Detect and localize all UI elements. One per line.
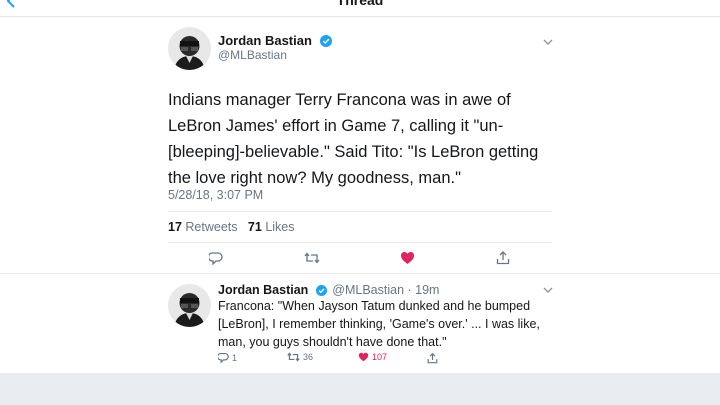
verified-badge-icon: [319, 35, 332, 47]
tweet-stats: 17 Retweets 71 Likes: [168, 220, 295, 234]
reply-like-button[interactable]: 107: [358, 352, 387, 362]
retweet-count[interactable]: 17: [168, 220, 182, 234]
verified-badge-icon: [315, 285, 327, 296]
share-icon[interactable]: [496, 250, 510, 265]
reply-retweet-count: 36: [303, 352, 314, 362]
reply-count: 1: [232, 352, 238, 363]
share-icon: [427, 352, 438, 364]
reply-icon[interactable]: [209, 251, 223, 265]
like-count[interactable]: 71: [248, 220, 262, 234]
caret-down-icon[interactable]: [543, 38, 553, 46]
tweet-timestamp: 5/28/18, 3:07 PM: [168, 188, 264, 202]
reply-author-name[interactable]: Jordan Bastian @MLBastian · 19m: [218, 283, 439, 297]
reply-text: Francona: "When Jayson Tatum dunked and …: [218, 299, 540, 349]
author-name-text[interactable]: Jordan Bastian: [218, 33, 312, 48]
like-label[interactable]: Likes: [265, 220, 294, 234]
author-name[interactable]: Jordan Bastian: [218, 33, 332, 48]
thread-divider: [0, 273, 720, 274]
caret-down-icon[interactable]: [543, 286, 553, 294]
reply-author-name-text[interactable]: Jordan Bastian: [218, 283, 308, 297]
retweet-icon: [287, 352, 300, 362]
like-heart-icon[interactable]: [400, 251, 415, 265]
reply-like-count: 107: [372, 352, 388, 362]
author-avatar[interactable]: [168, 27, 211, 70]
retweet-icon[interactable]: [304, 252, 320, 264]
divider: [168, 211, 552, 212]
divider: [168, 242, 552, 243]
reply-reply-button[interactable]: 1: [218, 352, 237, 363]
nav-title: Thread: [336, 0, 384, 8]
author-handle[interactable]: @MLBastian: [218, 48, 287, 62]
top-nav-bar: Thread: [0, 0, 720, 17]
reply-author-avatar[interactable]: [168, 284, 211, 327]
reply-meta[interactable]: @MLBastian · 19m: [332, 283, 439, 297]
reply-icon: [218, 352, 229, 363]
reply-share-button[interactable]: [427, 352, 438, 364]
like-heart-icon: [358, 352, 369, 362]
reply-retweet-button[interactable]: 36: [287, 352, 313, 362]
retweet-label[interactable]: Retweets: [185, 220, 237, 234]
bottom-bar: [0, 373, 720, 405]
tweet-text: Indians manager Terry Francona was in aw…: [168, 91, 539, 187]
